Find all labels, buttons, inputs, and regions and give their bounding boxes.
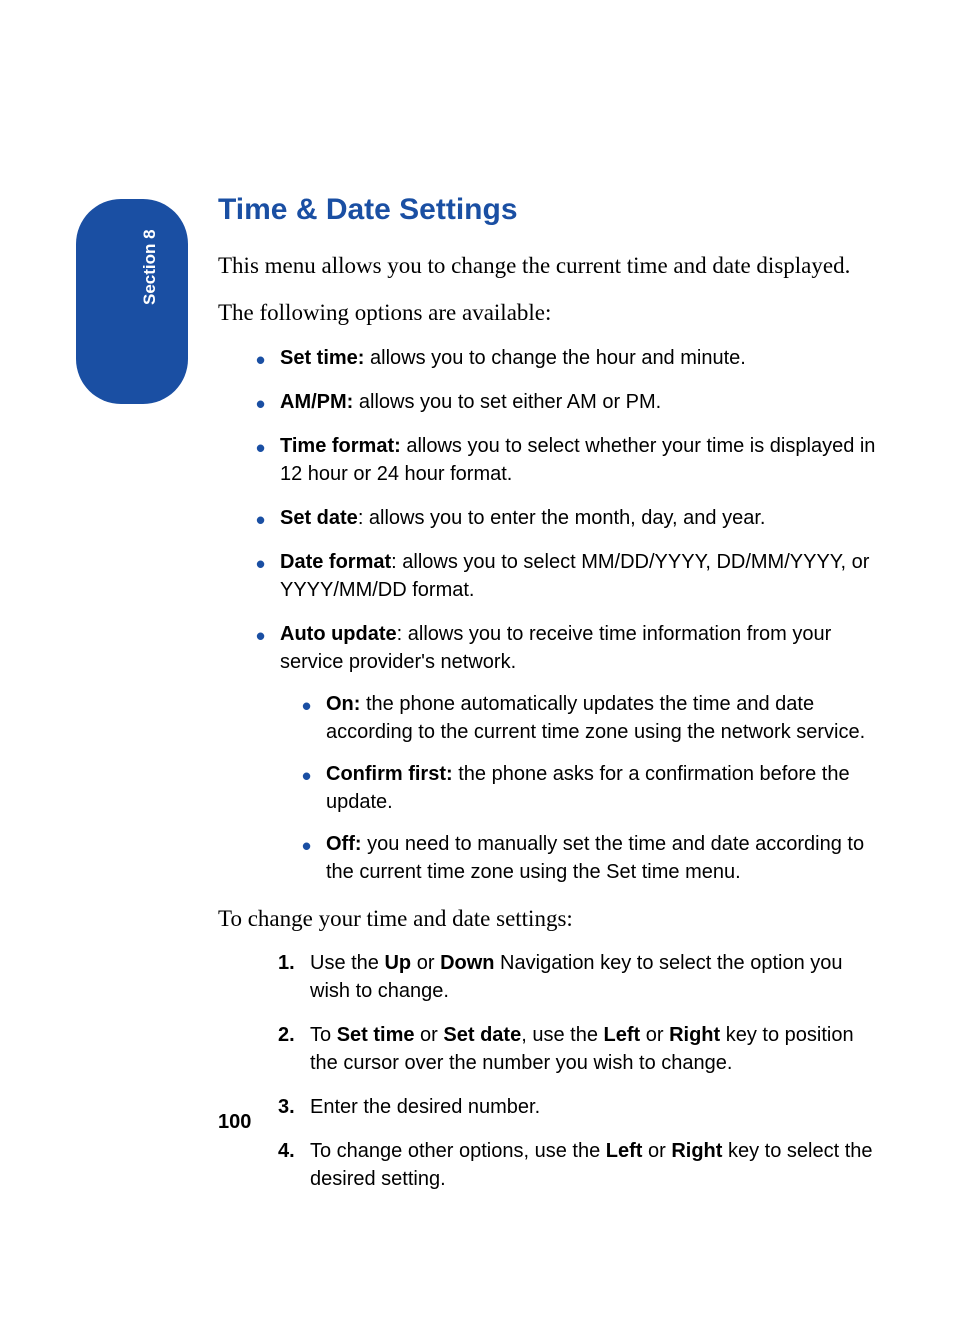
step-text: Enter the desired number. bbox=[310, 1096, 540, 1118]
intro-paragraph-2: The following options are available: bbox=[218, 296, 878, 329]
step-text: or bbox=[640, 1024, 669, 1046]
list-item: Time format: allows you to select whethe… bbox=[256, 432, 878, 488]
desc: you need to manually set the time and da… bbox=[326, 833, 864, 883]
steps-list: 1.Use the Up or Down Navigation key to s… bbox=[278, 949, 878, 1193]
intro-paragraph-1: This menu allows you to change the curre… bbox=[218, 249, 878, 282]
term: Set date bbox=[280, 507, 358, 529]
term: Time format: bbox=[280, 435, 401, 457]
desc: allows you to set either AM or PM. bbox=[353, 391, 661, 413]
desc: : allows you to enter the month, day, an… bbox=[358, 507, 766, 529]
step-number: 1. bbox=[278, 949, 295, 977]
page-heading: Time & Date Settings bbox=[218, 193, 878, 227]
term: AM/PM: bbox=[280, 391, 353, 413]
section-tab bbox=[76, 199, 188, 404]
step-text: Right bbox=[669, 1024, 720, 1046]
step-text: Set time bbox=[337, 1024, 415, 1046]
list-item: Set time: allows you to change the hour … bbox=[256, 344, 878, 372]
term: Set time: bbox=[280, 347, 364, 369]
transition-text: To change your time and date settings: bbox=[218, 902, 878, 935]
step-text: To change other options, use the bbox=[310, 1140, 606, 1162]
section-label: Section 8 bbox=[140, 229, 160, 305]
term: Auto update bbox=[280, 623, 397, 645]
desc: allows you to change the hour and minute… bbox=[364, 347, 745, 369]
term: On: bbox=[326, 693, 360, 715]
options-list: Set time: allows you to change the hour … bbox=[256, 344, 878, 886]
step-text: Use the bbox=[310, 952, 384, 974]
step-text: , use the bbox=[521, 1024, 603, 1046]
list-item: Date format: allows you to select MM/DD/… bbox=[256, 548, 878, 604]
step-item: 2.To Set time or Set date, use the Left … bbox=[278, 1021, 878, 1077]
list-item: Set date: allows you to enter the month,… bbox=[256, 504, 878, 532]
step-text: Set date bbox=[443, 1024, 521, 1046]
step-number: 2. bbox=[278, 1021, 295, 1049]
sub-options-list: On: the phone automatically updates the … bbox=[302, 690, 878, 886]
list-item: Off: you need to manually set the time a… bbox=[302, 830, 878, 886]
step-number: 3. bbox=[278, 1093, 295, 1121]
step-text: Right bbox=[671, 1140, 722, 1162]
list-item: Auto update: allows you to receive time … bbox=[256, 620, 878, 886]
list-item: Confirm first: the phone asks for a conf… bbox=[302, 760, 878, 816]
step-text: Left bbox=[604, 1024, 641, 1046]
list-item: On: the phone automatically updates the … bbox=[302, 690, 878, 746]
list-item: AM/PM: allows you to set either AM or PM… bbox=[256, 388, 878, 416]
step-item: 4.To change other options, use the Left … bbox=[278, 1137, 878, 1193]
term: Confirm first: bbox=[326, 763, 453, 785]
step-text: Up bbox=[384, 952, 411, 974]
term: Date format bbox=[280, 551, 391, 573]
step-text: or bbox=[642, 1140, 671, 1162]
step-text: or bbox=[415, 1024, 444, 1046]
step-text: or bbox=[411, 952, 440, 974]
step-text: Left bbox=[606, 1140, 643, 1162]
step-item: 1.Use the Up or Down Navigation key to s… bbox=[278, 949, 878, 1005]
step-number: 4. bbox=[278, 1137, 295, 1165]
term: Off: bbox=[326, 833, 362, 855]
page-content: Time & Date Settings This menu allows yo… bbox=[218, 193, 878, 1209]
step-item: 3. Enter the desired number. bbox=[278, 1093, 878, 1121]
desc: the phone automatically updates the time… bbox=[326, 693, 865, 743]
page-number: 100 bbox=[218, 1111, 251, 1134]
step-text: Down bbox=[440, 952, 494, 974]
step-text: To bbox=[310, 1024, 337, 1046]
